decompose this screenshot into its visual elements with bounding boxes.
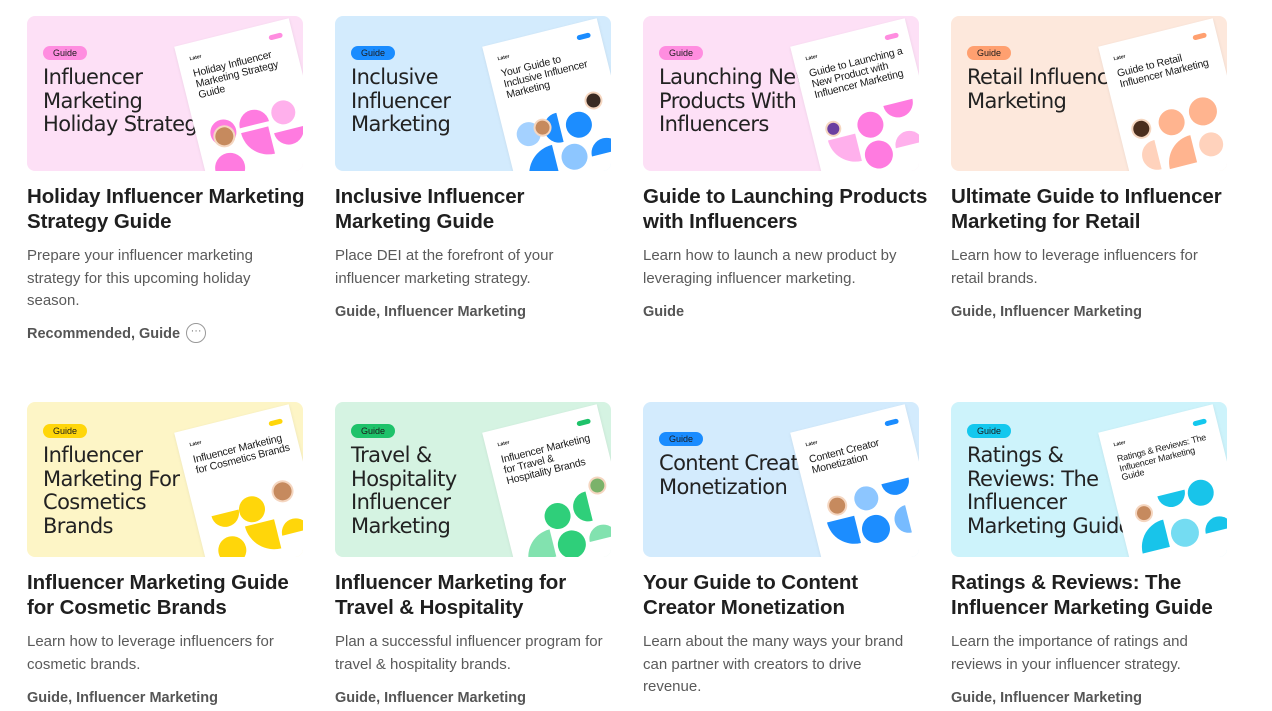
booklet-title: Holiday Influencer Marketing Strategy Gu… [191,48,280,102]
card-thumbnail[interactable]: Guide Influencer Marketing Holiday Strat… [27,16,303,171]
guide-badge: Guide [659,46,704,60]
card-title[interactable]: Guide to Launching Products with Influen… [643,184,933,234]
card-description: Learn how to launch a new product by lev… [643,247,897,287]
cover-pill [1192,32,1208,41]
cover-pill [576,418,592,427]
guide-badge: Guide [43,46,88,60]
later-logo: Later [1112,439,1127,449]
card-thumbnail[interactable]: Guide Influencer Marketing For Cosmetics… [27,402,303,557]
card-tags: Recommended, Guide ··· [27,323,303,344]
booklet-cover: Later Content Creator Monetization [790,404,919,557]
card-description: Learn the importance of ratings and revi… [951,633,1188,673]
card-thumbnail[interactable]: Guide Launching New Products With Influe… [643,16,919,171]
card-tags: Guide, Influencer Marketing [27,690,218,706]
resource-card[interactable]: Guide Travel & Hospitality Influencer Ma… [335,402,611,706]
cover-pill [268,418,284,427]
resource-card[interactable]: Guide Influencer Marketing Holiday Strat… [27,16,305,344]
guide-badge: Guide [351,46,396,60]
cover-pill [576,32,592,41]
card-tags: Guide, Influencer Marketing [335,690,526,706]
card-title[interactable]: Holiday Influencer Marketing Strategy Gu… [27,184,317,234]
later-logo: Later [496,439,511,449]
guide-badge: Guide [659,432,704,446]
card-title[interactable]: Your Guide to Content Creator Monetizati… [643,570,933,620]
card-description: Plan a successful influencer program for… [335,633,603,673]
later-logo: Later [496,53,511,63]
guide-badge: Guide [351,424,396,438]
card-description: Learn how to leverage influencers for re… [951,247,1198,287]
booklet-title: Content Creator Monetization [807,436,881,477]
cover-pill [1192,418,1208,427]
booklet-cover: Later Holiday Influencer Marketing Strat… [174,18,303,171]
resource-card[interactable]: Guide Ratings & Reviews: The Influencer … [951,402,1227,706]
guide-badge: Guide [43,424,88,438]
resource-card[interactable]: Guide Content Creator Monetization Later… [643,402,919,695]
booklet-title: Guide to Launching a New Product with In… [807,44,905,102]
later-logo: Later [804,439,819,449]
later-logo: Later [1112,53,1127,63]
booklet-cover: Later Your Guide to Inclusive Influencer… [482,18,611,171]
card-tags: Guide, Influencer Marketing [951,304,1142,320]
card-thumbnail[interactable]: Guide Inclusive Influencer Marketing Lat… [335,16,611,171]
booklet-title: Guide to Retail Influencer Marketing [1115,52,1210,91]
guide-badge: Guide [967,424,1012,438]
card-tags: Guide [643,304,685,320]
card-title[interactable]: Influencer Marketing for Travel & Hospit… [335,570,625,620]
card-thumbnail[interactable]: Guide Retail Influencer Marketing Later … [951,16,1227,171]
ellipsis-icon[interactable]: ··· [186,323,207,344]
card-tags: Guide, Influencer Marketing [335,304,526,320]
resource-card[interactable]: Guide Influencer Marketing For Cosmetics… [27,402,303,706]
cover-pill [884,32,900,41]
card-thumbnail[interactable]: Guide Content Creator Monetization Later… [643,402,919,557]
booklet-title: Influencer Marketing for Cosmetics Brand… [191,432,291,477]
guide-badge: Guide [967,46,1012,60]
card-tags: Guide, Influencer Marketing [951,690,1142,706]
resource-card[interactable]: Guide Inclusive Influencer Marketing Lat… [335,16,611,320]
resource-card[interactable]: Guide Launching New Products With Influe… [643,16,927,320]
card-description: Learn how to leverage influencers for co… [27,633,274,673]
resource-card[interactable]: Guide Retail Influencer Marketing Later … [951,16,1227,320]
booklet-title: Ratings & Reviews: The Influencer Market… [1115,432,1208,483]
later-logo: Later [804,53,819,63]
booklet-cover: Later Guide to Retail Influencer Marketi… [1098,18,1227,171]
card-title[interactable]: Ratings & Reviews: The Influencer Market… [951,570,1241,620]
card-title[interactable]: Ultimate Guide to Influencer Marketing f… [951,184,1241,234]
card-description: Prepare your influencer marketing strate… [27,247,253,309]
card-thumbnail[interactable]: Guide Ratings & Reviews: The Influencer … [951,402,1227,557]
card-thumbnail[interactable]: Guide Travel & Hospitality Influencer Ma… [335,402,611,557]
later-logo: Later [188,53,203,63]
card-tags-text: Recommended, Guide [27,326,181,342]
booklet-cover: Later Guide to Launching a New Product w… [790,18,919,171]
cover-pill [884,418,900,427]
card-description: Place DEI at the forefront of your influ… [335,247,554,287]
cover-pill [268,32,284,41]
card-title[interactable]: Inclusive Influencer Marketing Guide [335,184,625,234]
later-logo: Later [188,439,203,449]
card-title[interactable]: Influencer Marketing Guide for Cosmetic … [27,570,317,620]
card-description: Learn about the many ways your brand can… [643,633,904,695]
